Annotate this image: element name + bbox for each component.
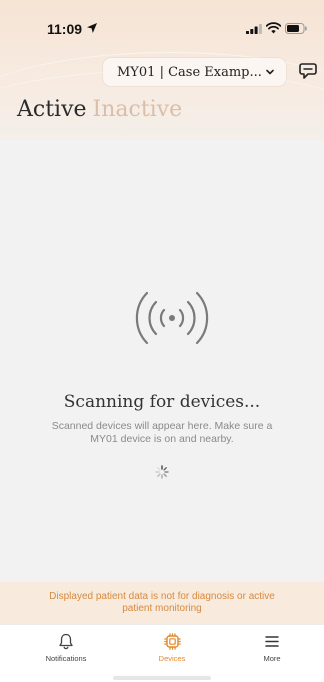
location-arrow-icon — [87, 23, 97, 33]
device-chip-icon — [163, 633, 181, 650]
app-screen: 11:09 MY01 | Case Examp... Active Inacti… — [0, 0, 324, 682]
scanning-subtitle: Scanned devices will appear here. Make s… — [51, 420, 273, 445]
loading-spinner-icon — [155, 465, 169, 479]
chevron-down-icon — [266, 69, 274, 75]
chat-icon[interactable] — [298, 61, 318, 81]
case-selector-label: MY01 | Case Examp... — [117, 64, 262, 80]
nav-more[interactable]: More — [232, 633, 312, 663]
menu-icon — [265, 636, 279, 647]
tab-inactive[interactable]: Inactive — [93, 97, 183, 122]
wifi-icon — [266, 22, 281, 34]
bottom-navigation: Notifications Devices More — [0, 624, 324, 682]
nav-notifications[interactable]: Notifications — [26, 633, 106, 663]
case-selector-dropdown[interactable]: MY01 | Case Examp... — [103, 58, 286, 86]
header: 11:09 MY01 | Case Examp... Active Inacti… — [0, 0, 324, 140]
status-tabs: Active Inactive — [17, 97, 182, 122]
bell-icon — [59, 633, 73, 650]
tab-active[interactable]: Active — [17, 97, 87, 122]
status-time: 11:09 — [47, 21, 83, 37]
home-indicator[interactable] — [113, 676, 211, 680]
nav-notifications-label: Notifications — [45, 654, 87, 663]
nav-devices-label: Devices — [158, 654, 186, 663]
disclaimer-banner: Displayed patient data is not for diagno… — [0, 582, 324, 624]
status-bar: 11:09 — [0, 0, 324, 44]
scanning-broadcast-icon — [135, 291, 209, 345]
disclaimer-text: Displayed patient data is not for diagno… — [49, 590, 275, 615]
cellular-signal-icon — [246, 24, 262, 34]
nav-devices[interactable]: Devices — [132, 633, 212, 663]
battery-icon — [285, 23, 307, 34]
scanning-title: Scanning for devices... — [63, 392, 261, 412]
nav-more-label: More — [263, 654, 281, 663]
